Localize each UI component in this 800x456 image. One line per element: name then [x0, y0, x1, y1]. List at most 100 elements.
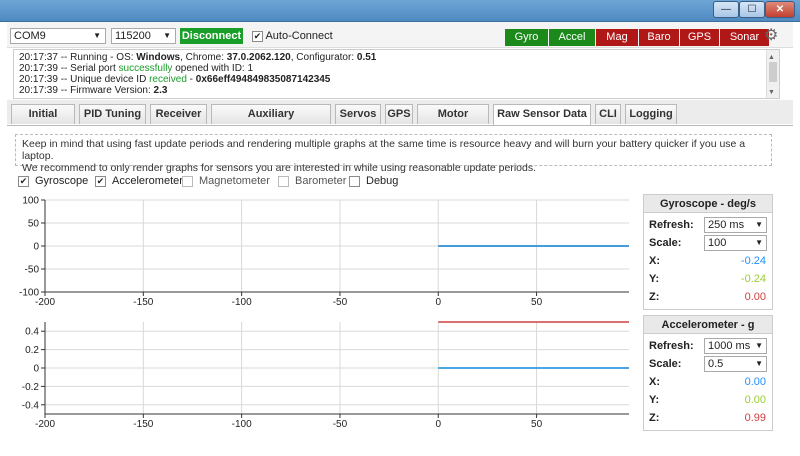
x-tick-label: -50 — [333, 297, 348, 308]
y-tick-label: 100 — [22, 196, 39, 207]
gyro-x-row: X: -0.24 — [644, 252, 772, 270]
log-line: 20:17:39 -- Firmware Version: 2.3 — [19, 85, 168, 96]
tab-motor-testing[interactable]: Motor Testing — [417, 104, 489, 138]
toggle-magnetometer[interactable]: Magnetometer — [182, 175, 270, 187]
log-panel: 20:17:37 -- Running - OS: Windows, Chrom… — [13, 49, 780, 99]
x-tick-label: -150 — [133, 297, 153, 308]
x-tick-label: -50 — [333, 419, 348, 430]
toggle-gyroscope[interactable]: ✔ Gyroscope — [18, 175, 88, 187]
log-scrollbar[interactable]: ▲ ▼ — [766, 50, 779, 98]
gyro-y-value: -0.24 — [740, 273, 766, 285]
log-line: 20:17:39 -- Unique device ID received - … — [19, 74, 331, 85]
performance-note: Keep in mind that using fast update peri… — [15, 134, 772, 174]
accel-x-row: X: 0.00 — [644, 373, 772, 391]
baud-value: 115200 — [115, 30, 151, 42]
accel-z-row: Z: 0.99 — [644, 409, 772, 427]
sensor-indicator-gyro: Gyro — [505, 29, 548, 46]
x-tick-label: 50 — [531, 419, 543, 430]
checkbox[interactable] — [349, 175, 360, 187]
tab-auxiliary-configuration[interactable]: Auxiliary Configuration — [211, 104, 331, 138]
accel-scale-select[interactable]: 0.5 ▼ — [704, 356, 767, 372]
sensor-indicator-mag: Mag — [596, 29, 638, 46]
window-titlebar: — ☐ ✕ — [0, 0, 800, 22]
tab-pid-tuning[interactable]: PID Tuning — [79, 104, 146, 124]
toggle-label: Gyroscope — [35, 175, 89, 187]
tab-servos[interactable]: Servos — [335, 104, 381, 124]
toggle-debug[interactable]: Debug — [349, 175, 398, 187]
y-tick-label: -50 — [25, 265, 40, 276]
gyro-z-value: 0.00 — [744, 291, 766, 303]
tab-receiver[interactable]: Receiver — [150, 104, 207, 124]
toggle-accelerometer[interactable]: ✔ Accelerometer — [95, 175, 183, 187]
close-button[interactable]: ✕ — [765, 1, 795, 18]
accel-scale-row: Scale: 0.5 ▼ — [644, 355, 772, 373]
x-tick-label: -200 — [35, 419, 55, 430]
tab-initial-setup[interactable]: Initial Setup — [11, 104, 75, 138]
gear-icon[interactable]: ⚙ — [764, 28, 780, 44]
gyro-y-row: Y: -0.24 — [644, 270, 772, 288]
tab-cli[interactable]: CLI — [595, 104, 621, 124]
log-line: 20:17:39 -- Serial port successfully ope… — [19, 63, 254, 74]
y-tick-label: 0 — [33, 364, 39, 375]
y-tick-label: 0.4 — [25, 327, 39, 338]
toggle-barometer[interactable]: Barometer — [278, 175, 346, 187]
auto-connect-checkbox[interactable]: ✔ — [252, 30, 263, 42]
chevron-down-icon: ▼ — [755, 359, 763, 368]
accel-panel: Accelerometer - g Refresh: 1000 ms ▼ Scal… — [643, 315, 773, 431]
maximize-button[interactable]: ☐ — [739, 1, 765, 18]
accel-x-value: 0.00 — [744, 376, 766, 388]
y-tick-label: 0 — [33, 242, 39, 253]
accel-graph: -200 -150 -100 -50 0 50 0.4 0.2 0 -0.2 -0.4 — [15, 314, 635, 430]
minimize-button[interactable]: — — [713, 1, 739, 18]
x-tick-label: -200 — [35, 297, 55, 308]
gyro-scale-select[interactable]: 100 ▼ — [704, 235, 767, 251]
port-value: COM9 — [14, 30, 46, 42]
gyro-panel-title: Gyroscope - deg/s — [644, 195, 772, 213]
scroll-down-icon[interactable]: ▼ — [768, 87, 775, 98]
accel-refresh-select[interactable]: 1000 ms ▼ — [704, 338, 767, 354]
gyro-z-row: Z: 0.00 — [644, 288, 772, 306]
checkbox[interactable] — [182, 175, 193, 187]
gyro-graph: -200 -150 -100 -50 0 50 100 50 0 -50 -100 — [15, 192, 635, 308]
checkbox[interactable]: ✔ — [95, 175, 106, 187]
accel-z-value: 0.99 — [744, 412, 766, 424]
chevron-down-icon: ▼ — [755, 341, 763, 350]
tab-gps[interactable]: GPS — [385, 104, 413, 124]
accel-y-value: 0.00 — [744, 394, 766, 406]
auto-connect[interactable]: ✔ Auto-Connect — [252, 30, 333, 42]
chevron-down-icon: ▼ — [755, 238, 763, 247]
gyro-refresh-row: Refresh: 250 ms ▼ — [644, 216, 772, 234]
sensor-indicator-gps: GPS — [680, 29, 719, 46]
chevron-down-icon: ▼ — [93, 31, 101, 40]
auto-connect-label: Auto-Connect — [265, 30, 333, 42]
accel-panel-title: Accelerometer - g — [644, 316, 772, 334]
baud-select[interactable]: 115200 ▼ — [111, 28, 176, 44]
gyro-refresh-select[interactable]: 250 ms ▼ — [704, 217, 767, 233]
y-tick-label: -0.4 — [22, 400, 40, 411]
sensor-indicator-baro: Baro — [639, 29, 679, 46]
scroll-thumb[interactable] — [769, 62, 777, 82]
checkbox[interactable]: ✔ — [18, 175, 29, 187]
disconnect-button[interactable]: Disconnect — [180, 28, 243, 44]
chevron-down-icon: ▼ — [163, 31, 171, 40]
y-tick-label: -100 — [19, 288, 39, 299]
port-select[interactable]: COM9 ▼ — [10, 28, 106, 44]
accel-y-row: Y: 0.00 — [644, 391, 772, 409]
x-tick-label: 0 — [435, 419, 441, 430]
toggle-label: Barometer — [295, 175, 347, 187]
gyro-scale-row: Scale: 100 ▼ — [644, 234, 772, 252]
gyro-panel: Gyroscope - deg/s Refresh: 250 ms ▼ Scale… — [643, 194, 773, 310]
tab-raw-sensor-data[interactable]: Raw Sensor Data — [493, 104, 591, 125]
x-tick-label: -100 — [232, 297, 252, 308]
note-line-1: Keep in mind that using fast update peri… — [22, 138, 746, 162]
gyro-x-value: -0.24 — [740, 255, 766, 267]
x-tick-label: -100 — [232, 419, 252, 430]
x-tick-label: 0 — [435, 297, 441, 308]
y-tick-label: -0.2 — [22, 382, 40, 393]
x-tick-label: 50 — [531, 297, 543, 308]
y-tick-label: 50 — [28, 219, 40, 230]
y-tick-label: 0.2 — [25, 345, 39, 356]
checkbox[interactable] — [278, 175, 289, 187]
tab-logging[interactable]: Logging — [625, 104, 677, 124]
toggle-label: Debug — [366, 175, 399, 187]
